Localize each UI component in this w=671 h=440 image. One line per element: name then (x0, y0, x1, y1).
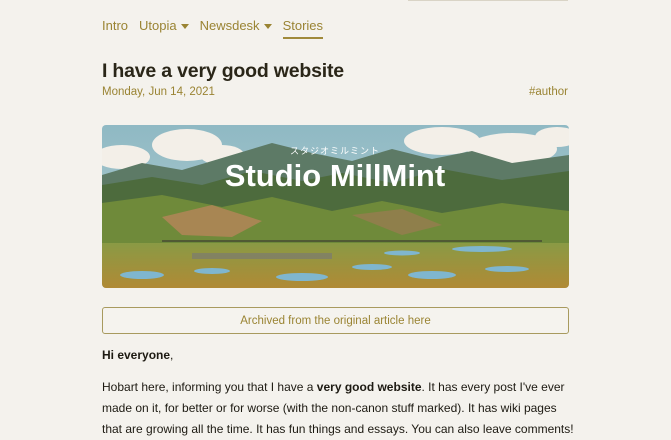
nav-item-label: Utopia (139, 17, 177, 33)
author-tag-link[interactable]: #author (529, 86, 568, 98)
banner-subtitle: スタジオミルミント (290, 146, 380, 157)
greeting-bold: Hi everyone (102, 348, 171, 362)
banner-image: スタジオミルミント Studio MillMint (102, 125, 569, 288)
nav-item-label: Intro (102, 17, 129, 33)
greeting: Hi everyone, (102, 348, 173, 362)
nav-item-stories[interactable]: Stories (282, 17, 324, 39)
body-paragraph: Hobart here, informing you that I have a… (102, 377, 576, 440)
nav-item-newsdesk[interactable]: Newsdesk (200, 18, 272, 33)
chevron-down-icon (180, 23, 189, 29)
chevron-down-icon (263, 23, 272, 29)
top-divider (408, 0, 568, 1)
nav-item-label: Newsdesk (199, 17, 260, 33)
nav-item-intro[interactable]: Intro (102, 18, 128, 33)
banner-title: Studio MillMint (225, 158, 445, 193)
archived-article-button[interactable]: Archived from the original article here (102, 307, 569, 334)
nav-item-label: Stories (282, 17, 324, 33)
para-text-1: Hobart here, informing you that I have a (102, 380, 317, 394)
para-bold: very good website (316, 380, 422, 394)
post-date: Monday, Jun 14, 2021 (102, 86, 215, 98)
page-title: I have a very good website (102, 60, 344, 82)
greeting-tail: , (170, 348, 174, 362)
nav-item-utopia[interactable]: Utopia (139, 18, 189, 33)
main-nav: Intro Utopia Newsdesk Stories (102, 14, 334, 39)
